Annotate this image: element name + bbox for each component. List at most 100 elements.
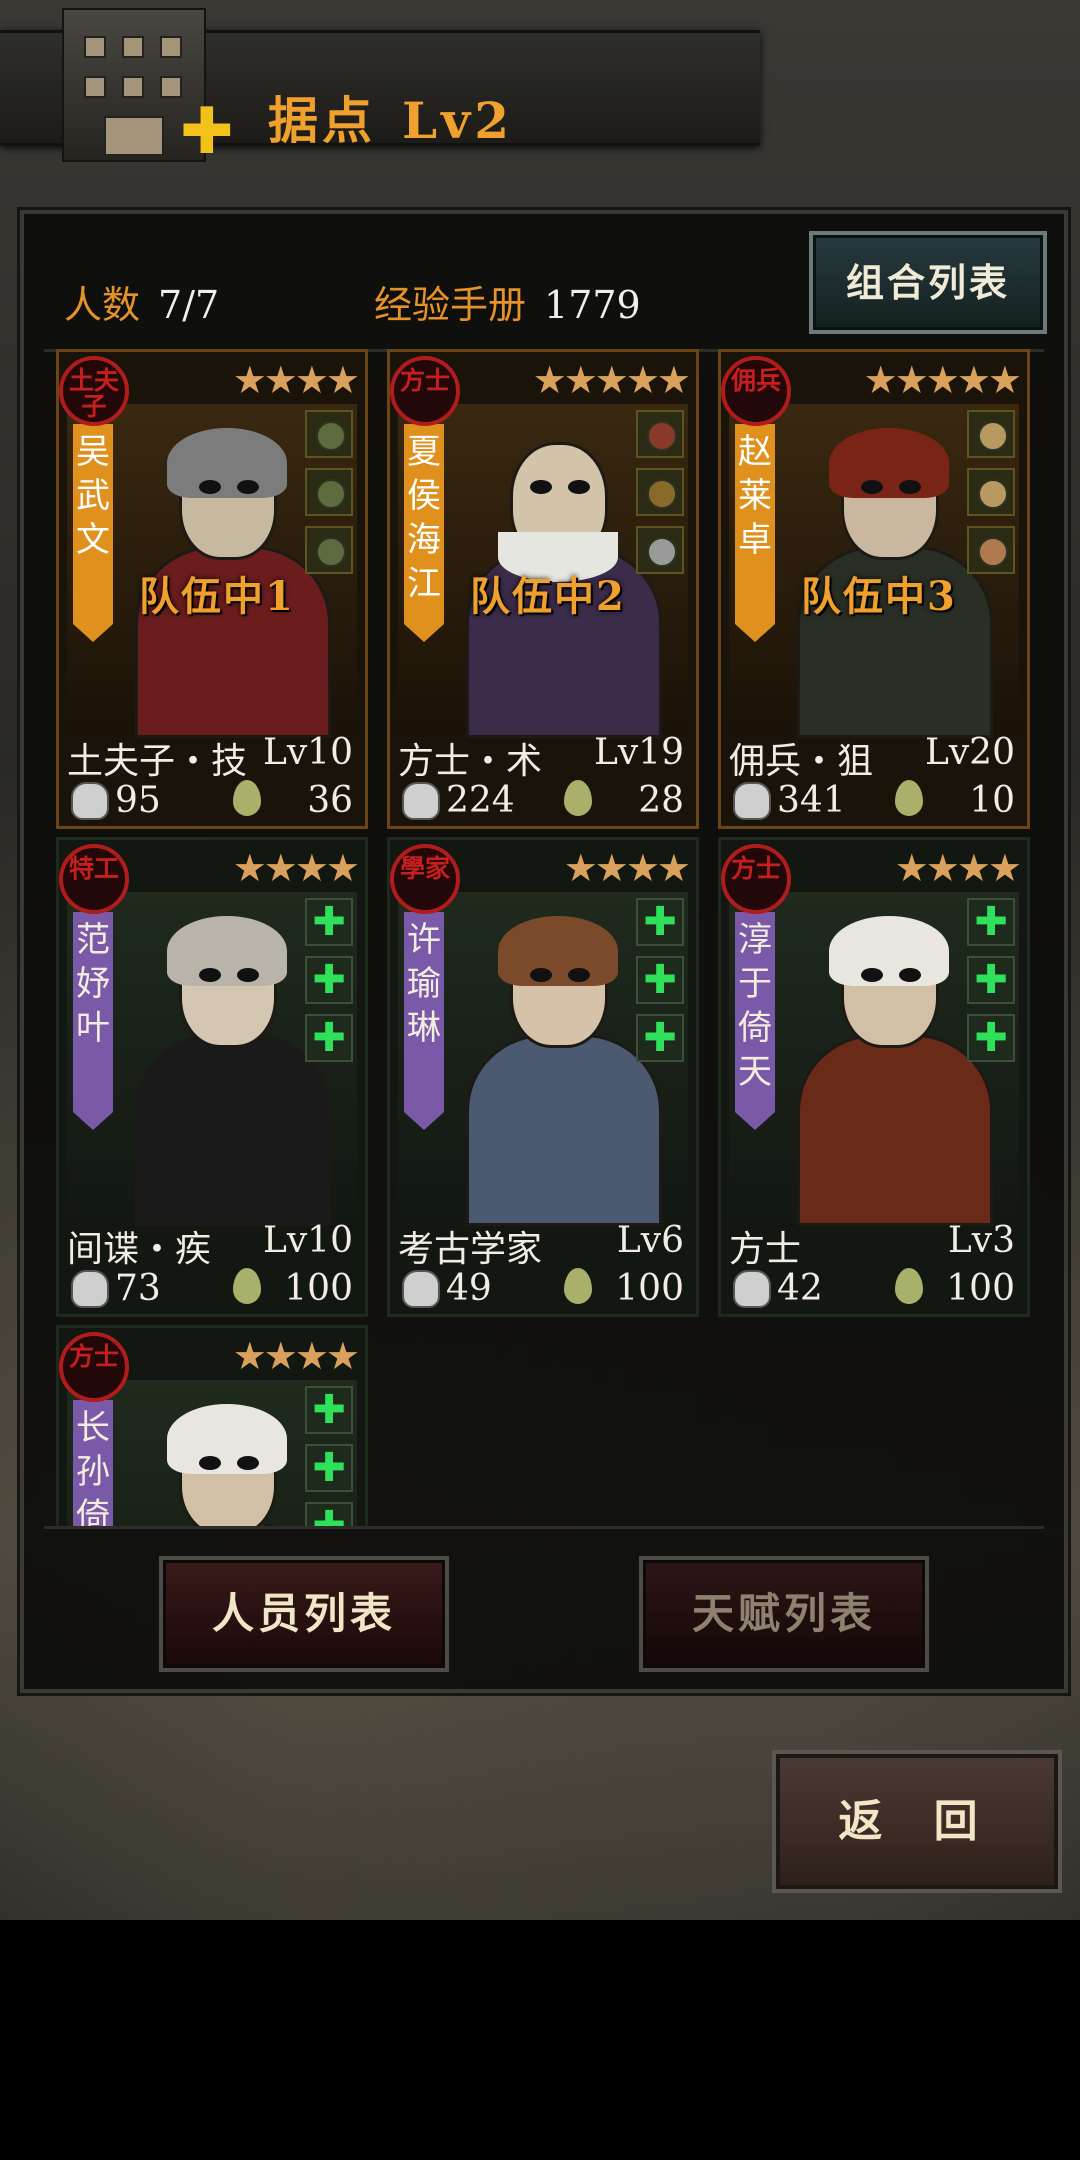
exp-manual: 经验手册 1779 [374,274,641,329]
equipment-slot[interactable]: ✚ [305,1444,353,1492]
equipment-slot[interactable] [305,468,353,516]
team-status-label: 队伍中2 [470,573,626,620]
character-role: 间谍・疾 [67,1229,212,1270]
stat-line: 224 28 [398,780,690,821]
character-grid[interactable]: ★★★★ 吴武文 土夫子 队伍中1 土夫子・技 Lv10 95 36 ★★★★★… [54,349,1064,1527]
character-card[interactable]: ★★★★ 范妤叶 特工 ✚ ✚ ✚ 间谍・疾 Lv10 73 100 [56,837,368,1317]
equipment-slot[interactable] [636,526,684,574]
base-title-text: 据点 [268,91,376,150]
equipment-slot[interactable] [636,468,684,516]
equipment-slot[interactable] [636,410,684,458]
equipment-slot[interactable] [305,410,353,458]
character-card[interactable]: ★★★★ 淳于倚天 方士 ✚ ✚ ✚ 方士 Lv3 42 100 [718,837,1030,1317]
fist-icon [733,782,771,820]
role-line: 方士 Lv3 [729,1220,1021,1272]
combo-list-button[interactable]: 组合列表 [809,231,1047,334]
character-role: 方士 [729,1229,802,1270]
add-equipment-icon: ✚ [312,1445,346,1491]
stat-line: 49 100 [398,1268,690,1309]
class-seal: 佣兵 [721,356,791,426]
equipment-slot[interactable]: ✚ [305,898,353,946]
stamina-value: 100 [615,1268,684,1309]
character-portrait [460,910,662,1226]
character-name: 吴武文 [73,424,113,642]
character-level: Lv10 [262,1220,353,1261]
add-equipment-icon: ✚ [974,899,1008,945]
member-count-label: 人数 [64,283,141,327]
power-value: 42 [777,1268,823,1309]
character-level: Lv10 [262,732,353,773]
stamina-value: 100 [946,1268,1015,1309]
add-equipment-icon: ✚ [312,957,346,1003]
equipment-slot[interactable] [967,468,1015,516]
class-seal: 方士 [721,844,791,914]
add-equipment-icon: ✚ [312,1503,346,1527]
star-rating: ★★★★ [232,1334,360,1378]
member-count: 人数 7/7 [64,274,219,329]
equipment-slots [636,410,686,584]
class-seal: 特工 [59,844,129,914]
personnel-list-tab[interactable]: 人员列表 [159,1556,449,1672]
character-level: Lv19 [593,732,684,773]
equipment-slot[interactable] [967,526,1015,574]
character-card[interactable]: ★★★★★ 赵莱卓 佣兵 队伍中3 佣兵・狙 Lv20 341 10 [718,349,1030,829]
equipment-slot[interactable]: ✚ [305,1502,353,1527]
equipment-slots [305,410,355,584]
character-name: 夏侯海江 [404,424,444,642]
talent-list-tab[interactable]: 天赋列表 [639,1556,929,1672]
drop-icon [564,780,592,816]
character-card[interactable]: ★★★★ 许瑜琳 學家 ✚ ✚ ✚ 考古学家 Lv6 49 100 [387,837,699,1317]
exp-manual-label: 经验手册 [374,283,527,327]
stat-line: 341 10 [729,780,1021,821]
equipment-slots [967,410,1017,584]
equipment-slot[interactable] [967,410,1015,458]
equipment-slot[interactable] [305,526,353,574]
equipment-slots: ✚ ✚ ✚ [967,898,1017,1072]
fist-icon [71,782,109,820]
add-equipment-icon: ✚ [312,1387,346,1433]
power-value: 95 [115,780,161,821]
drop-icon [564,1268,592,1304]
back-button[interactable]: 返 回 [772,1750,1062,1893]
character-card[interactable]: ★★★★ 长孙倚 方士 ✚ ✚ ✚ [56,1325,368,1527]
role-line: 考古学家 Lv6 [398,1220,690,1272]
roster-panel: 人数 7/7 经验手册 1779 组合列表 ★★★★ 吴武文 土夫子 队伍中1 … [20,210,1068,1693]
character-portrait [129,910,331,1226]
equipment-slot[interactable]: ✚ [636,898,684,946]
power-value: 49 [446,1268,492,1309]
member-count-value: 7/7 [158,283,220,327]
star-rating: ★★★★ [894,846,1022,890]
equipment-slot[interactable]: ✚ [967,956,1015,1004]
character-role: 方士・术 [398,741,543,782]
equipment-slot[interactable]: ✚ [967,1014,1015,1062]
equipment-slot[interactable]: ✚ [305,1386,353,1434]
equipment-slot[interactable]: ✚ [636,956,684,1004]
equipment-slot[interactable]: ✚ [636,1014,684,1062]
character-card[interactable]: ★★★★★ 夏侯海江 方士 队伍中2 方士・术 Lv19 224 28 [387,349,699,829]
add-equipment-icon: ✚ [974,1015,1008,1061]
drop-icon [233,780,261,816]
character-level: Lv20 [924,732,1015,773]
divider [44,1526,1044,1529]
class-seal: 方士 [390,356,460,426]
stat-line: 73 100 [67,1268,359,1309]
upgrade-plus-icon[interactable]: ✚ [180,100,234,164]
add-equipment-icon: ✚ [312,899,346,945]
equipment-slot[interactable]: ✚ [305,1014,353,1062]
character-level: Lv6 [616,1220,684,1261]
character-card[interactable]: ★★★★ 吴武文 土夫子 队伍中1 土夫子・技 Lv10 95 36 [56,349,368,829]
power-value: 224 [446,780,515,821]
equipment-slot[interactable]: ✚ [305,956,353,1004]
role-line: 间谍・疾 Lv10 [67,1220,359,1272]
role-line: 土夫子・技 Lv10 [67,732,359,784]
character-name: 赵莱卓 [735,424,775,642]
character-role: 佣兵・狙 [729,741,874,782]
add-equipment-icon: ✚ [643,957,677,1003]
character-name: 淳于倚天 [735,912,775,1130]
star-rating: ★★★★ [232,358,360,402]
character-role: 土夫子・技 [67,741,248,782]
equipment-slot[interactable]: ✚ [967,898,1015,946]
role-line: 方士・术 Lv19 [398,732,690,784]
stat-line: 95 36 [67,780,359,821]
character-role: 考古学家 [398,1229,543,1270]
